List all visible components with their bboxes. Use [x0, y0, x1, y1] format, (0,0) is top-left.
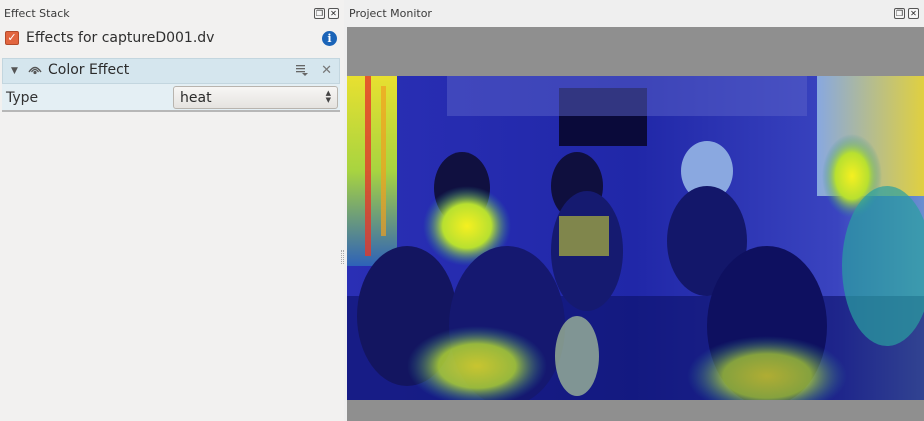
- collapse-arrow-icon[interactable]: ▼: [11, 66, 18, 76]
- monitor-float-icon[interactable]: ❐: [894, 8, 905, 19]
- effect-stack-titlebar: Effect Stack ❐ ✕: [0, 0, 344, 26]
- effect-close-icon[interactable]: ✕: [321, 63, 332, 78]
- project-monitor-title: Project Monitor: [349, 7, 432, 20]
- monitor-viewport[interactable]: [347, 27, 924, 421]
- clip-effects-checkbox[interactable]: ✓: [5, 31, 19, 45]
- clip-effects-row: ✓ Effects for captureD001.dv i: [0, 28, 344, 50]
- effect-stack-title: Effect Stack: [4, 7, 70, 20]
- effect-header[interactable]: ▼ Color Effect ✕: [2, 58, 340, 84]
- project-monitor-panel: Project Monitor ❐ ✕: [344, 0, 924, 421]
- type-select-value: heat: [180, 90, 212, 106]
- close-icon[interactable]: ✕: [328, 8, 339, 19]
- clip-effects-label: Effects for captureD001.dv: [26, 30, 215, 46]
- project-monitor-titlebar: Project Monitor ❐ ✕: [344, 0, 924, 26]
- type-select[interactable]: heat ▲ ▼: [173, 86, 338, 109]
- effect-menu-icon[interactable]: [295, 63, 309, 77]
- info-icon[interactable]: i: [322, 31, 337, 46]
- video-frame-image: [347, 76, 924, 400]
- eye-icon[interactable]: [28, 64, 42, 76]
- param-label-type: Type: [6, 90, 39, 106]
- float-icon[interactable]: ❐: [314, 8, 325, 19]
- effect-name: Color Effect: [48, 62, 130, 78]
- monitor-close-icon[interactable]: ✕: [908, 8, 919, 19]
- effect-stack-panel: Effect Stack ❐ ✕ ✓ Effects for captureD0…: [0, 0, 344, 421]
- select-arrows-icon: ▲ ▼: [325, 89, 331, 104]
- video-frame: [347, 76, 924, 400]
- effect-params: Type heat ▲ ▼: [2, 84, 340, 112]
